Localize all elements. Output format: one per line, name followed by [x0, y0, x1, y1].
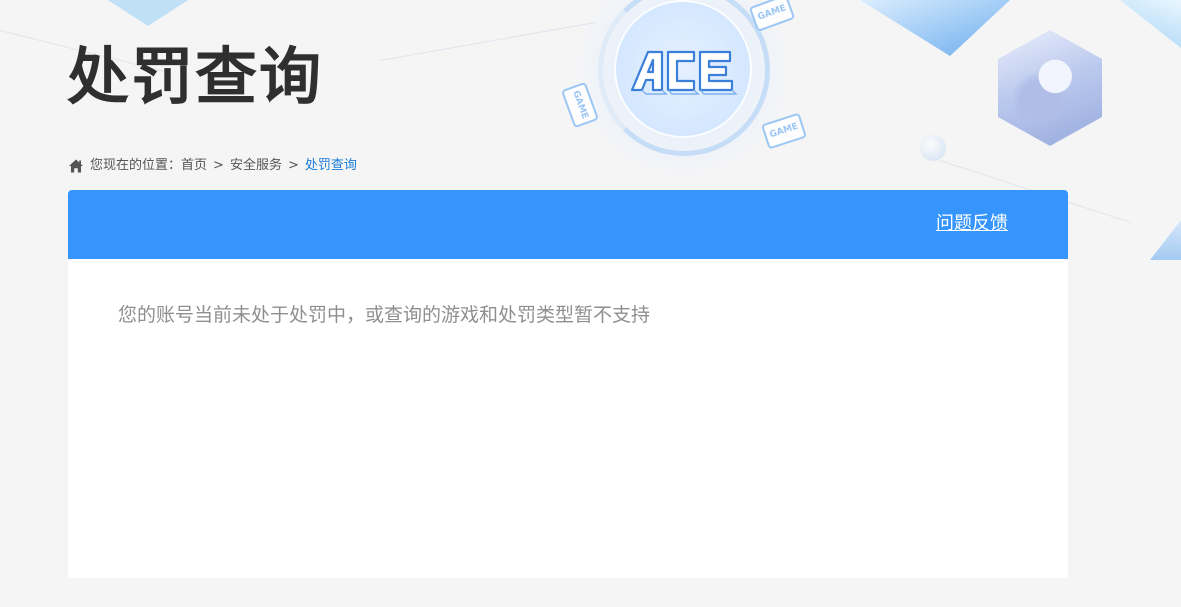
logo-ring-inner — [614, 0, 752, 138]
breadcrumb-prefix: 您现在的位置： — [90, 158, 182, 173]
breadcrumb-security-link[interactable]: 安全服务 — [230, 157, 282, 175]
page-title: 处罚查询 — [67, 40, 324, 113]
game-chip-icon: GAME — [560, 81, 600, 129]
feedback-link[interactable]: 问题反馈 — [936, 212, 1008, 236]
logo-ring-outer — [598, 0, 770, 156]
breadcrumb: 您现在的位置： 首页 > 安全服务 > 处罚查询 — [68, 157, 357, 175]
decor-triangle-right-edge — [1150, 220, 1181, 260]
breadcrumb-separator: > — [213, 158, 224, 173]
decor-triangle-corner — [1120, 0, 1181, 48]
card-header: 问题反馈 — [68, 190, 1068, 259]
character-avatar-hexagon — [998, 30, 1102, 146]
breadcrumb-current: 处罚查询 — [304, 158, 357, 173]
home-icon — [69, 159, 83, 173]
game-chip-icon: GAME — [760, 112, 808, 150]
game-chip-icon: GAME — [748, 0, 796, 33]
page: GAME GAME GAME 处罚查询 您现在的位置： 首页 > 安全服务 > … — [0, 0, 1181, 607]
decor-bubble — [920, 135, 946, 161]
breadcrumb-home-link[interactable]: 首页 — [181, 157, 207, 175]
decor-triangle-top-right — [860, 0, 1010, 56]
ace-logo — [630, 50, 738, 95]
decor-line — [379, 21, 597, 61]
result-card: 问题反馈 您的账号当前未处于处罚中，或查询的游戏和处罚类型暂不支持 — [68, 190, 1068, 578]
breadcrumb-separator: > — [287, 158, 299, 173]
logo-glow — [577, 0, 789, 176]
result-message: 您的账号当前未处于处罚中，或查询的游戏和处罚类型暂不支持 — [118, 304, 651, 326]
decor-triangle-top-left — [108, 0, 188, 26]
